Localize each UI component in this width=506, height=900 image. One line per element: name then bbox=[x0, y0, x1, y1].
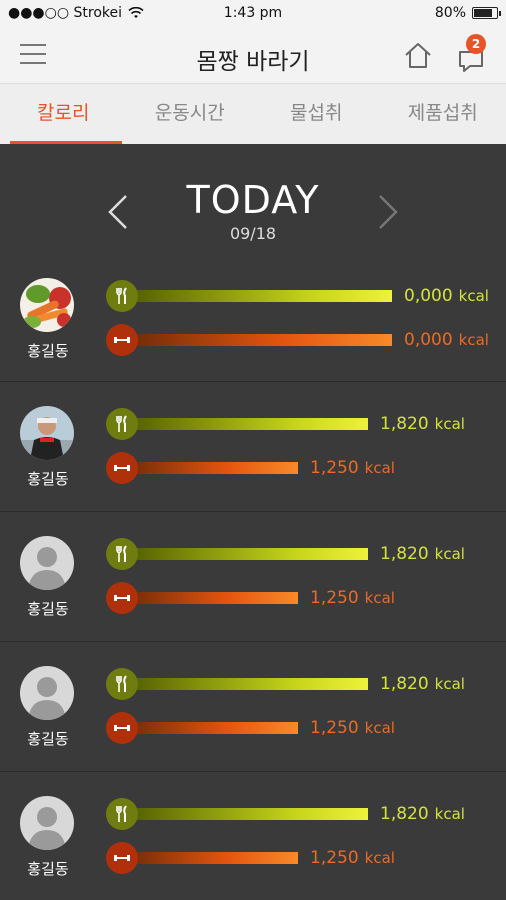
member-row[interactable]: 홍길동 1,820 kcal 1,250 kcal bbox=[0, 512, 506, 642]
food-calorie-bar-value: 1,820 kcal bbox=[380, 674, 465, 694]
food-calorie-bar-value: 1,820 kcal bbox=[380, 804, 465, 824]
dumbbell-icon bbox=[106, 712, 138, 744]
member-name: 홍길동 bbox=[27, 860, 69, 878]
member-name: 홍길동 bbox=[27, 470, 69, 488]
dumbbell-icon bbox=[106, 582, 138, 614]
tab-product-intake[interactable]: 제품섭취 bbox=[380, 84, 506, 144]
avatar[interactable] bbox=[20, 536, 74, 590]
exercise-calorie-bar-fill bbox=[122, 722, 298, 734]
avatar[interactable] bbox=[20, 796, 74, 850]
fork-knife-icon bbox=[106, 280, 138, 312]
exercise-calorie-bar-fill bbox=[122, 462, 298, 474]
date-title: TODAY bbox=[186, 178, 320, 222]
status-time: 1:43 pm bbox=[223, 5, 283, 21]
member-row[interactable]: 홍길동 1,820 kcal 1,250 kcal bbox=[0, 642, 506, 772]
member-name: 홍길동 bbox=[27, 600, 69, 618]
dumbbell-icon bbox=[106, 324, 138, 356]
date-subtitle: 09/18 bbox=[229, 224, 277, 243]
food-calorie-bar-fill bbox=[122, 290, 392, 302]
exercise-calorie-bar-value: 0,000 kcal bbox=[404, 330, 489, 350]
exercise-calorie-bar-fill bbox=[122, 852, 298, 864]
battery-percent: 80% bbox=[434, 5, 466, 21]
fork-knife-icon bbox=[106, 798, 138, 830]
exercise-calorie-bar-fill bbox=[122, 334, 392, 346]
member-row[interactable]: 홍길동 1,820 kcal 1,250 kcal bbox=[0, 772, 506, 900]
member-row[interactable]: 홍길동 1,820 kcal 1,250 kcal bbox=[0, 382, 506, 512]
avatar[interactable] bbox=[20, 406, 74, 460]
avatar[interactable] bbox=[20, 278, 74, 332]
avatar[interactable] bbox=[20, 666, 74, 720]
home-icon bbox=[405, 43, 431, 68]
dumbbell-icon bbox=[106, 452, 138, 484]
battery-icon bbox=[472, 7, 501, 19]
fork-knife-icon bbox=[106, 668, 138, 700]
dumbbell-icon bbox=[106, 842, 138, 874]
exercise-calorie-bar-value: 1,250 kcal bbox=[310, 458, 395, 478]
fork-knife-icon bbox=[106, 538, 138, 570]
tab-bar: 칼로리 운동시간 물섭취 제품섭취 bbox=[0, 84, 506, 144]
chevron-right-icon bbox=[379, 195, 398, 229]
member-name: 홍길동 bbox=[27, 730, 69, 748]
tab-calorie[interactable]: 칼로리 bbox=[0, 84, 127, 144]
member-list: 홍길동 0,000 kcal 0,000 kcal 홍길동 1,820 kcal 1,250 kc… bbox=[0, 264, 506, 900]
date-header: TODAY 09/18 bbox=[0, 144, 506, 264]
tab-exercise-time[interactable]: 운동시간 bbox=[127, 84, 254, 144]
food-calorie-bar-value: 1,820 kcal bbox=[380, 414, 465, 434]
exercise-calorie-bar-value: 1,250 kcal bbox=[310, 718, 395, 738]
exercise-calorie-bar-value: 1,250 kcal bbox=[310, 848, 395, 868]
food-calorie-bar-fill bbox=[122, 548, 368, 560]
battery-level bbox=[474, 9, 492, 17]
status-bar: ●●●○○ Strokei 1:43 pm 80% bbox=[0, 0, 506, 28]
member-row[interactable]: 홍길동 0,000 kcal 0,000 kcal bbox=[0, 264, 506, 382]
food-calorie-bar-value: 0,000 kcal bbox=[404, 286, 489, 306]
food-calorie-bar-value: 1,820 kcal bbox=[380, 544, 465, 564]
battery-group: 80% bbox=[434, 5, 501, 21]
tab-water-intake[interactable]: 물섭취 bbox=[253, 84, 380, 144]
notification-badge: 2 bbox=[466, 34, 486, 54]
exercise-calorie-bar-fill bbox=[122, 592, 298, 604]
food-calorie-bar-fill bbox=[122, 678, 368, 690]
nav-bar: 몸짱 바라기 2 bbox=[0, 28, 506, 84]
next-date-button[interactable] bbox=[372, 192, 402, 232]
exercise-calorie-bar-value: 1,250 kcal bbox=[310, 588, 395, 608]
food-calorie-bar-fill bbox=[122, 808, 368, 820]
home-button[interactable] bbox=[402, 40, 434, 70]
food-calorie-bar-fill bbox=[122, 418, 368, 430]
fork-knife-icon bbox=[106, 408, 138, 440]
member-name: 홍길동 bbox=[27, 342, 69, 360]
